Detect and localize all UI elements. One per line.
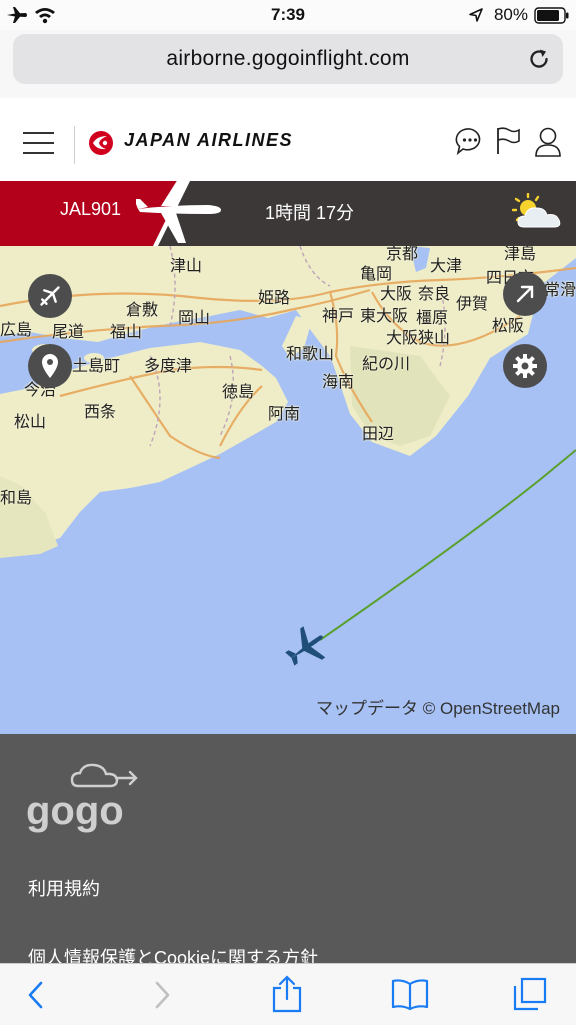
jal-crane-logo-icon xyxy=(89,131,113,155)
site-footer: gogo 利用規約 個人情報保護とCookieに関する方針 xyxy=(0,734,576,968)
back-icon[interactable] xyxy=(24,980,48,1010)
map-place-label: 紀の川 xyxy=(362,356,411,373)
map-settings-button[interactable] xyxy=(503,344,547,388)
map-place-label: 神戸 xyxy=(322,308,355,325)
airplane-icon xyxy=(40,286,60,306)
map-place-label: 伊賀 xyxy=(456,296,489,313)
map-place-label: 姫路 xyxy=(258,290,291,307)
map-place-label: 大津 xyxy=(430,258,463,275)
map-place-label: 倉敷 xyxy=(126,302,159,319)
map-place-label: 松山 xyxy=(14,414,47,431)
map-place-label: 岡山 xyxy=(178,310,211,327)
site-header: JAPAN AIRLINES xyxy=(0,98,576,181)
status-time: 7:39 xyxy=(270,5,306,24)
map-place-label: 和島 xyxy=(0,490,33,507)
user-icon[interactable] xyxy=(534,126,562,158)
map-place-label: 尾道 xyxy=(52,324,85,341)
map-place-label: 津山 xyxy=(170,258,203,275)
browser-address-bar: airborne.gogoinflight.com xyxy=(0,30,576,99)
gear-icon xyxy=(513,354,537,378)
battery-percent: 80% xyxy=(493,5,528,24)
flight-number: JAL901 xyxy=(60,199,122,219)
map-place-label: 徳島 xyxy=(222,384,255,401)
map-place-label: 阿南 xyxy=(268,406,301,423)
map-place-label: 大阪狭山 xyxy=(386,330,451,347)
reload-icon[interactable] xyxy=(527,47,551,71)
time-remaining: 1時間 17分 xyxy=(265,203,355,223)
forward-icon[interactable] xyxy=(150,980,174,1010)
map-pin-icon xyxy=(42,354,58,378)
airplane-icon xyxy=(136,181,221,243)
terms-link[interactable]: 利用規約 xyxy=(28,875,100,901)
partly-cloudy-icon xyxy=(512,193,561,228)
map-place-label: 津島 xyxy=(504,246,537,263)
share-icon[interactable] xyxy=(270,974,304,1014)
flight-view-button[interactable] xyxy=(28,274,72,318)
browser-toolbar xyxy=(0,963,576,1025)
chat-icon[interactable] xyxy=(455,127,485,155)
arrow-up-right-icon xyxy=(516,285,534,303)
map-place-label: 大阪 xyxy=(380,286,413,303)
brand-name: JAPAN AIRLINES xyxy=(124,130,294,150)
map-place-label: 福山 xyxy=(110,324,143,341)
url-text: airborne.gogoinflight.com xyxy=(166,47,410,70)
map-place-label: 海南 xyxy=(322,374,355,391)
gogo-logo: gogo xyxy=(26,763,138,833)
gogo-logo-text: gogo xyxy=(26,789,124,833)
map-place-label: 和歌山 xyxy=(286,346,335,363)
aircraft-position-icon xyxy=(285,626,326,666)
map-place-label: 奈良 xyxy=(418,286,451,303)
map-place-label: 土島町 xyxy=(72,358,121,375)
bookmarks-icon[interactable] xyxy=(390,978,430,1012)
location-arrow-icon xyxy=(469,8,483,22)
url-field[interactable]: airborne.gogoinflight.com xyxy=(13,34,563,84)
flight-info-bar: JAL901 1時間 17分 xyxy=(0,181,576,246)
header-divider xyxy=(74,126,75,164)
flight-map[interactable]: 津山 京都 津島 亀岡 大津 四日市 常滑 広島 尾道 福山 倉敷 岡山 姫路 … xyxy=(0,246,576,734)
map-place-label: 多度津 xyxy=(144,358,193,375)
map-place-label: 常滑 xyxy=(544,282,576,299)
map-place-label: 広島 xyxy=(0,322,33,339)
battery-icon xyxy=(534,7,569,24)
map-place-label: 田辺 xyxy=(362,426,395,443)
status-bar: 7:39 80% xyxy=(0,0,576,30)
map-place-label: 東大阪 xyxy=(360,308,409,325)
map-attribution: マップデータ © OpenStreetMap xyxy=(316,699,560,718)
flag-icon[interactable] xyxy=(494,126,522,156)
tabs-icon[interactable] xyxy=(512,976,548,1012)
expand-map-button[interactable] xyxy=(503,272,547,316)
map-place-label: 西条 xyxy=(84,404,117,421)
location-button[interactable] xyxy=(28,344,72,388)
